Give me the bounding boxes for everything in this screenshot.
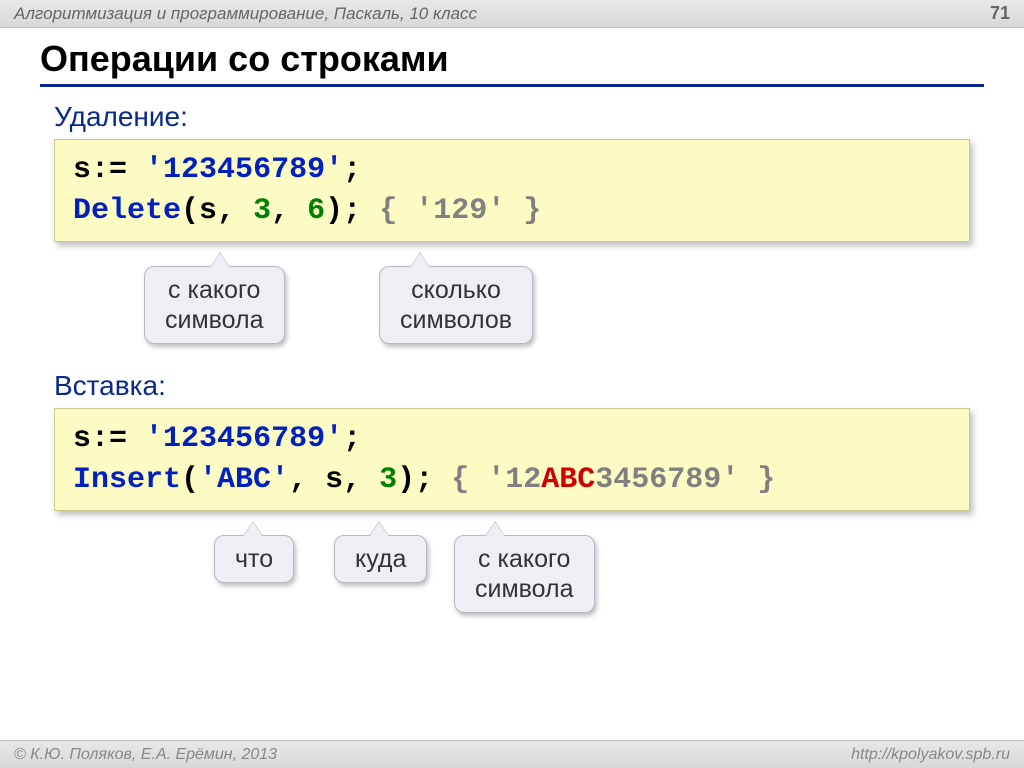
page-number: 71 [990,3,1010,24]
callouts-delete: с какого символа сколько символов [54,248,970,348]
code-semi: ; [343,422,361,456]
code-arg2: 3 [253,194,271,228]
comment-pre: '12 [487,463,541,497]
top-bar: Алгоритмизация и программирование, Паска… [0,0,1024,28]
callouts-insert: что куда с какого символа [54,517,970,617]
code-string: '123456789' [145,422,343,456]
callout-how-many: сколько символов [379,266,533,344]
section-insert-label: Вставка: [54,370,984,402]
comment-highlight: ABC [541,463,595,497]
callout-tail-icon [410,253,430,268]
callout-text: сколько символов [400,276,512,334]
code-comma: , [343,463,361,497]
comment-close: } [757,463,775,497]
callout-tail-icon [369,522,389,537]
code-func: Delete [73,194,181,228]
code-assign: := [91,422,127,456]
code-insert: s:= '123456789'; Insert('ABC', s, 3); { … [54,408,970,511]
code-close: ); [325,194,361,228]
callout-text: с какого символа [475,545,574,603]
code-arg3: 6 [307,194,325,228]
section-delete-label: Удаление: [54,101,984,133]
comment-body: '129' [415,194,505,228]
breadcrumb: Алгоритмизация и программирование, Паска… [14,4,477,24]
callout-tail-icon [210,253,230,268]
code-func: Insert [73,463,181,497]
footer-url: http://kpolyakov.spb.ru [851,746,1010,764]
code-comma: , [271,194,289,228]
callout-what: что [214,535,294,583]
code-close: ); [397,463,433,497]
callout-from-char: с какого символа [144,266,285,344]
callout-text: куда [355,545,406,573]
code-arg2: s [325,463,343,497]
bottom-bar: © К.Ю. Поляков, Е.А. Ерёмин, 2013 http:/… [0,740,1024,768]
code-semi: ; [343,153,361,187]
code-arg1: 'ABC' [199,463,289,497]
slide-content: Операции со строками Удаление: s:= '1234… [0,28,1024,617]
code-string: '123456789' [145,153,343,187]
code-var: s [73,153,91,187]
callout-text: с какого символа [165,276,264,334]
code-var: s [73,422,91,456]
callout-from-char: с какого символа [454,535,595,613]
comment-close: } [523,194,541,228]
code-comma: , [217,194,235,228]
callout-tail-icon [485,522,505,537]
code-arg1: s [199,194,217,228]
code-open: ( [181,194,199,228]
callout-text: что [235,545,273,573]
copyright: © К.Ю. Поляков, Е.А. Ерёмин, 2013 [14,746,277,764]
comment-open: { [451,463,469,497]
code-comma: , [289,463,307,497]
code-delete: s:= '123456789'; Delete(s, 3, 6); { '129… [54,139,970,242]
callout-where: куда [334,535,427,583]
code-arg3: 3 [379,463,397,497]
page-title: Операции со строками [40,38,984,87]
code-open: ( [181,463,199,497]
comment-open: { [379,194,397,228]
code-assign: := [91,153,127,187]
callout-tail-icon [243,522,263,537]
comment-post: 3456789' [595,463,739,497]
